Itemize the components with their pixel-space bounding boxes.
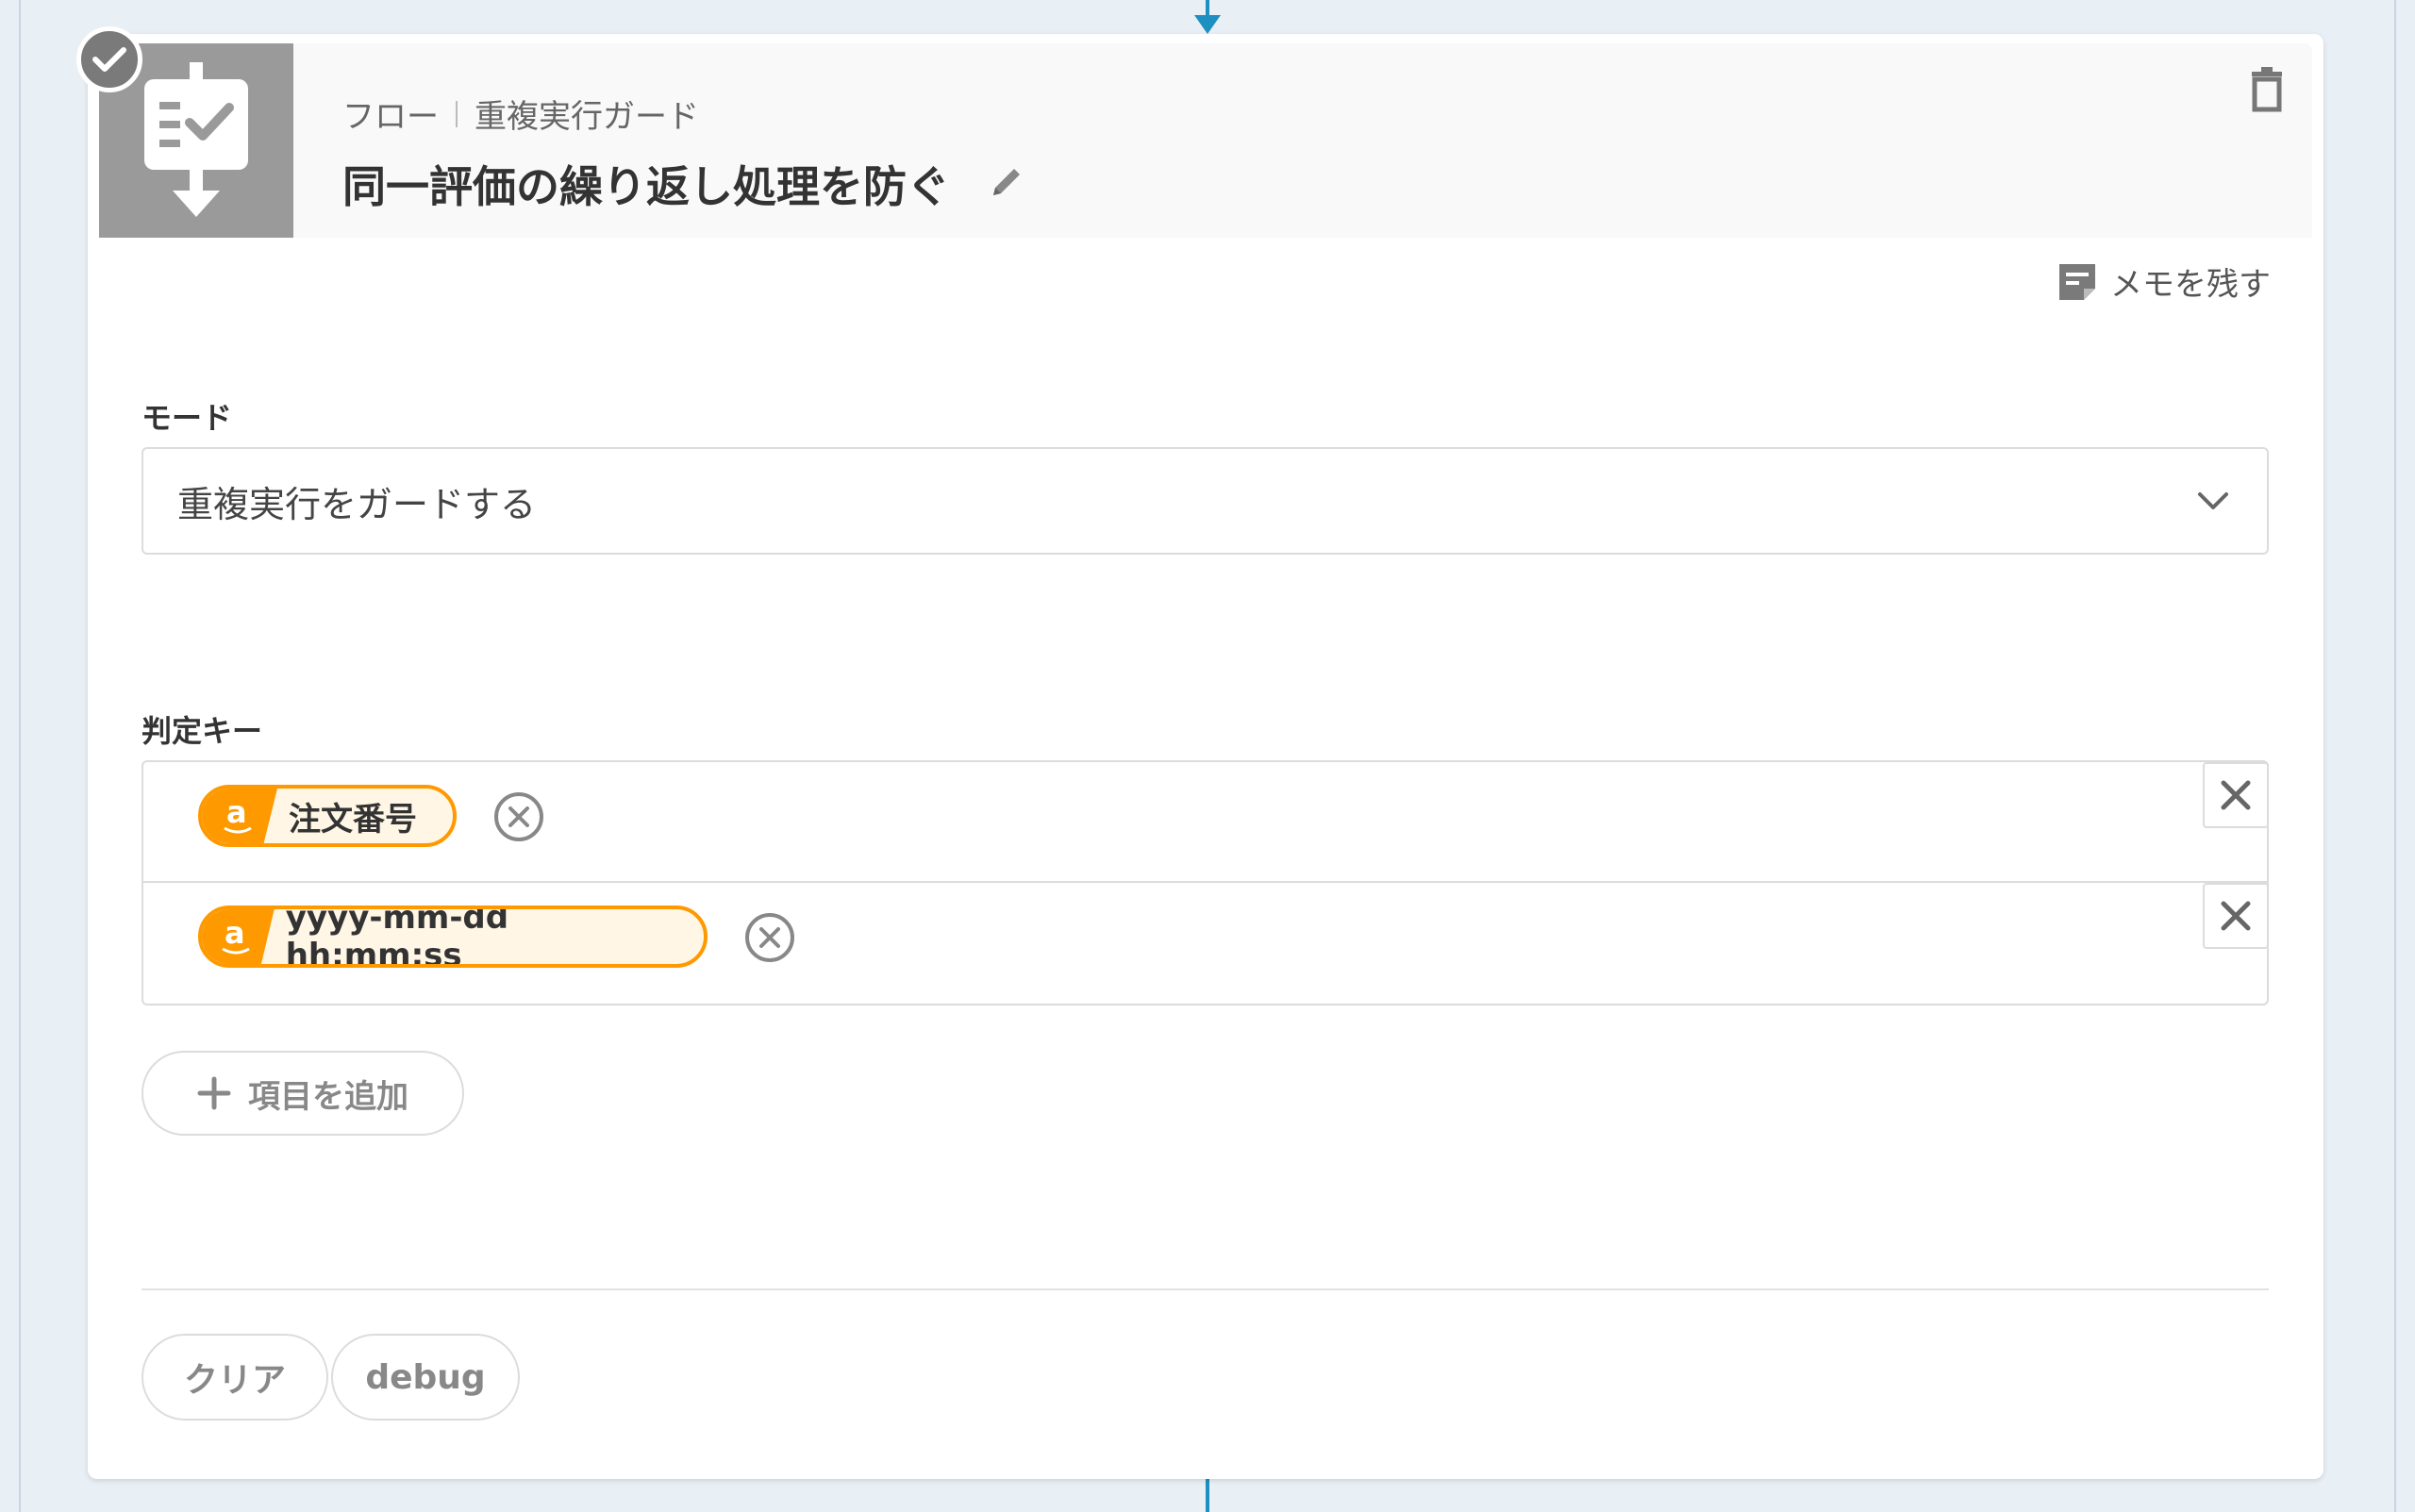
flow-arrow-icon	[1194, 15, 1221, 34]
clear-button[interactable]: クリア	[142, 1334, 328, 1421]
remove-field-circle-x-icon[interactable]	[492, 790, 545, 843]
mode-select[interactable]: 重複実行をガードする	[142, 447, 2269, 555]
field-pill-label: 注文番号	[289, 800, 417, 839]
close-icon	[2221, 901, 2251, 931]
delete-key-row-button[interactable]	[2203, 762, 2269, 828]
delete-step-trash-icon[interactable]	[2248, 66, 2286, 113]
key-row: a yyyy-mm-dd hh:mm:ss	[143, 883, 2269, 1004]
edit-title-pencil-icon[interactable]	[988, 163, 1025, 205]
key-row: a 注文番号	[143, 762, 2269, 883]
mode-label: モード	[142, 400, 233, 436]
delete-key-row-button[interactable]	[2203, 883, 2269, 949]
flow-connector-bottom	[1206, 1479, 1209, 1512]
amazon-field-pill[interactable]: a 注文番号	[198, 785, 457, 847]
step-title: 同一評価の繰り返し処理を防ぐ	[342, 161, 950, 212]
amazon-icon: a	[202, 909, 275, 964]
leave-memo-button[interactable]: メモを残す	[2057, 258, 2271, 305]
field-pill-label: yyyy-mm-dd hh:mm:ss	[285, 906, 509, 968]
add-item-button[interactable]: 項目を追加	[142, 1051, 464, 1136]
remove-field-circle-x-icon[interactable]	[743, 911, 796, 964]
chevron-down-icon	[2198, 492, 2228, 509]
add-item-label: 項目を追加	[248, 1077, 408, 1116]
amazon-icon: a	[202, 789, 277, 843]
breadcrumb-current: 重複実行ガード	[475, 98, 699, 136]
step-card: フロー 重複実行ガード 同一評価の繰り返し処理を防ぐ メモを残す モード 重複実…	[76, 26, 2323, 1479]
breadcrumb-root[interactable]: フロー	[342, 91, 439, 137]
svg-text:a: a	[226, 794, 247, 830]
key-label: 判定キー	[142, 713, 263, 749]
memo-note-icon	[2059, 263, 2095, 300]
breadcrumb: フロー 重複実行ガード	[342, 91, 699, 137]
breadcrumb-separator	[456, 100, 458, 127]
divider	[142, 1288, 2269, 1290]
mode-select-value: 重複実行をガードする	[177, 483, 537, 525]
svg-text:a: a	[225, 915, 245, 951]
amazon-field-pill[interactable]: a yyyy-mm-dd hh:mm:ss	[198, 906, 708, 968]
key-list: a 注文番号 a yyyy-mm-dd hh:mm:ss	[142, 760, 2269, 1005]
canvas-rail-left	[0, 0, 21, 1512]
status-check-icon	[76, 26, 142, 92]
close-icon	[2221, 780, 2251, 810]
canvas-rail-right	[2394, 0, 2415, 1512]
debug-button[interactable]: debug	[331, 1334, 520, 1421]
leave-memo-label: メモを残す	[2110, 266, 2271, 304]
step-header: フロー 重複実行ガード 同一評価の繰り返し処理を防ぐ	[76, 26, 2312, 238]
plus-icon	[197, 1076, 231, 1110]
title-row: 同一評価の繰り返し処理を防ぐ	[342, 153, 1025, 215]
